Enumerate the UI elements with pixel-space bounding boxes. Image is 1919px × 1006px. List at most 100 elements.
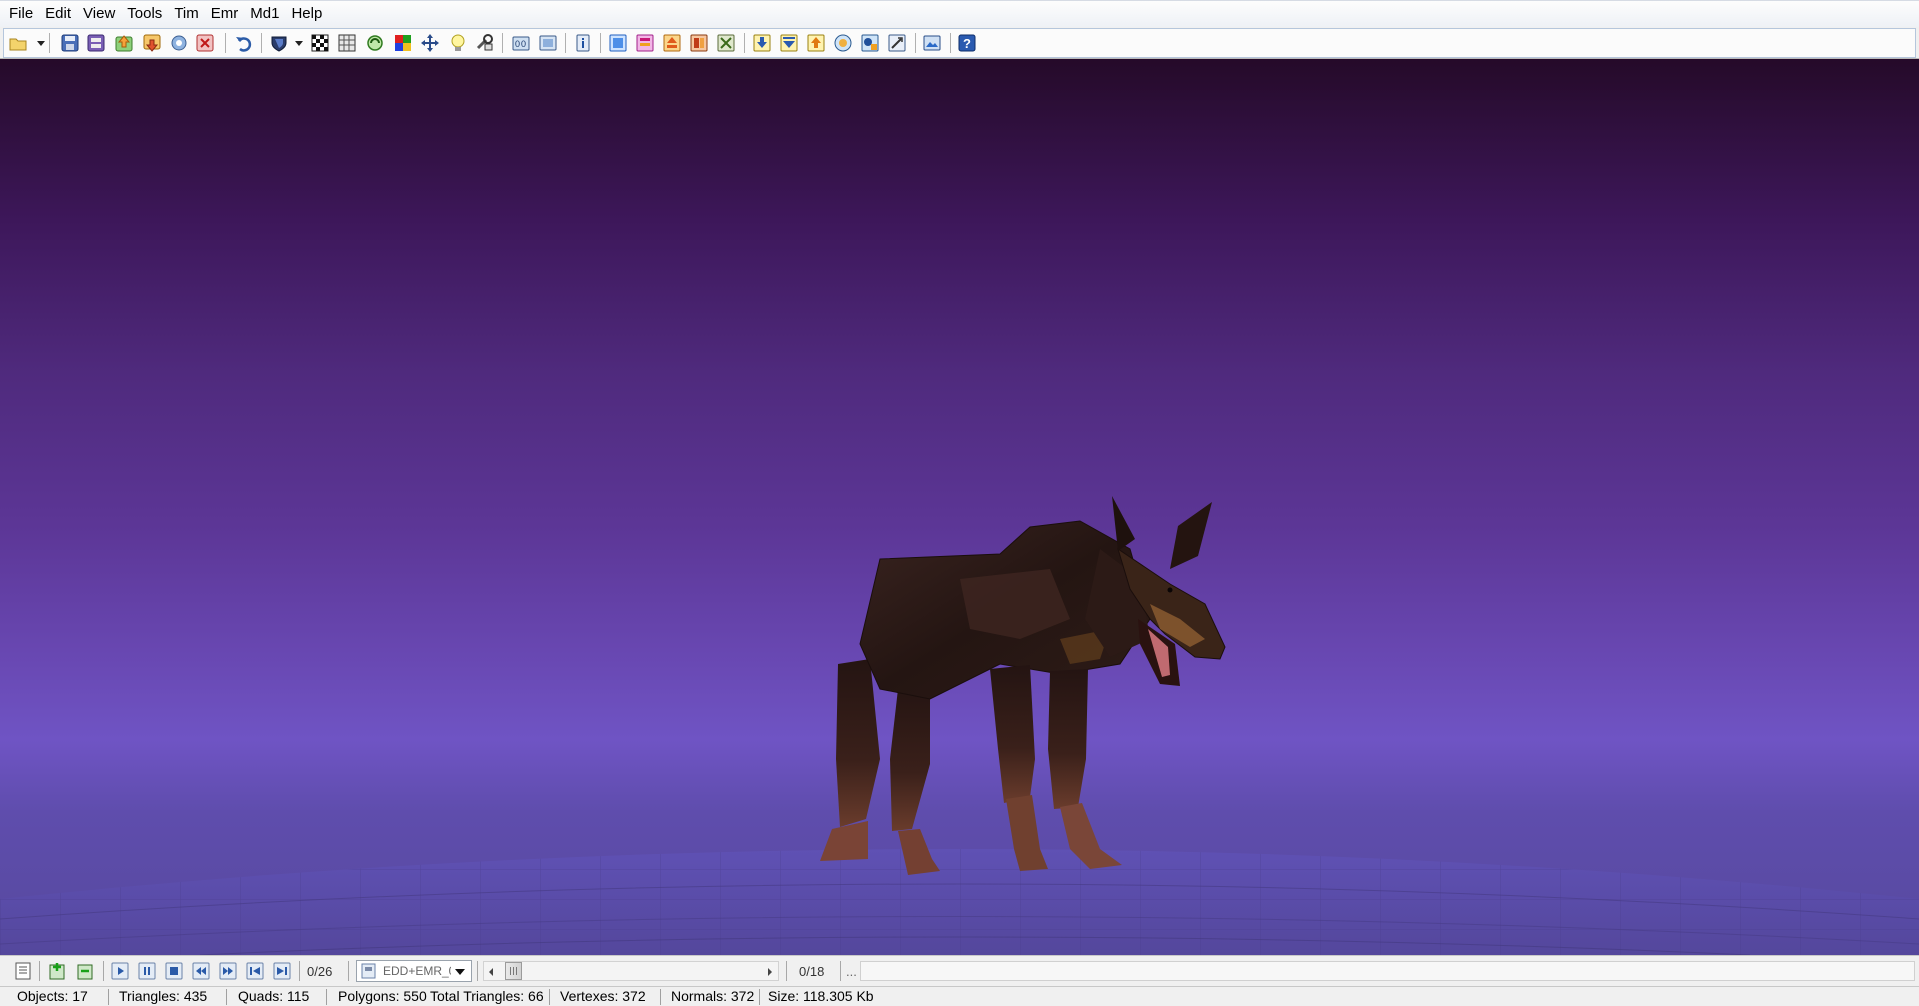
md1-open-icon[interactable] [752,33,772,53]
close-model-icon[interactable] [195,33,215,53]
more-button[interactable]: ... [846,964,857,979]
tim-icon[interactable] [608,33,628,53]
move-icon[interactable] [420,33,440,53]
status-vertexes: Vertexes: 372 [560,988,646,1004]
screenshot-icon[interactable] [922,33,942,53]
toolbar-strip: 00 ? [3,28,1916,58]
status-divider [108,989,109,1005]
scene-render [0,496,1919,955]
play-icon[interactable] [110,961,130,981]
animbar-separator [103,961,104,981]
frame-scroll-thumb[interactable] [505,962,522,980]
menu-tools[interactable]: Tools [121,2,168,26]
export-icon[interactable] [142,33,162,53]
md1-edit-icon[interactable] [887,33,907,53]
animbar-separator [348,961,349,981]
dog-model [820,496,1226,875]
chevron-down-icon [455,969,465,975]
last-frame-icon[interactable] [272,961,292,981]
menu-edit[interactable]: Edit [39,2,77,26]
svg-text:0: 0 [515,39,520,49]
md1-save-icon[interactable] [779,33,799,53]
save-all-icon[interactable] [86,33,106,53]
md1-tools-icon[interactable] [860,33,880,53]
menu-md1[interactable]: Md1 [244,2,285,26]
rotate-icon[interactable] [365,33,385,53]
shading-dropdown-arrow[interactable] [295,41,303,46]
remove-animation-icon[interactable] [75,961,95,981]
md1-import-icon[interactable] [833,33,853,53]
toolbar-separator [950,33,951,53]
status-objects: Objects: 17 [17,988,88,1004]
toolbar-separator [225,33,226,53]
undo-icon[interactable] [234,33,254,53]
toolbar-separator [502,33,503,53]
stop-icon[interactable] [164,961,184,981]
status-bar: Objects: 17 Triangles: 435 Quads: 115 Po… [0,987,1919,1006]
first-frame-icon[interactable] [245,961,265,981]
skeleton-icon[interactable] [716,33,736,53]
viewport-icon[interactable] [538,33,558,53]
open-folder-icon[interactable] [8,33,28,53]
scroll-left-arrow-icon[interactable] [489,968,493,976]
status-size: Size: 118.305 Kb [768,988,874,1004]
status-polygons: Polygons: 550 [338,988,427,1004]
checkerboard-icon[interactable] [310,33,330,53]
model-viewport[interactable] [0,59,1919,955]
help-icon[interactable]: ? [957,33,977,53]
animation-select-icon [361,963,377,983]
menu-file[interactable]: File [3,2,39,26]
status-divider [226,989,227,1005]
status-triangles: Triangles: 435 [119,988,208,1004]
info-icon[interactable] [573,33,593,53]
status-divider [660,989,661,1005]
toolbar-separator [744,33,745,53]
rewind-icon[interactable] [191,961,211,981]
camera-icon[interactable]: 00 [511,33,531,53]
animation-select[interactable]: EDD+EMR_0( [356,960,472,982]
settings-icon[interactable] [169,33,189,53]
save-icon[interactable] [60,33,80,53]
wrench-icon[interactable] [475,33,495,53]
animbar-separator [39,961,40,981]
scroll-right-arrow-icon[interactable] [768,968,772,976]
animbar-separator [299,961,300,981]
timeline-track[interactable] [860,961,1915,981]
animbar-separator [477,961,478,981]
status-divider [759,989,760,1005]
md1-export-icon[interactable] [806,33,826,53]
toolbar-separator [565,33,566,53]
menu-view[interactable]: View [77,2,121,26]
model-list-icon[interactable] [13,961,33,981]
toolbar-separator [915,33,916,53]
animbar-separator [840,961,841,981]
toolbar-separator [261,33,262,53]
import-icon[interactable] [114,33,134,53]
menu-emr[interactable]: Emr [205,2,245,26]
shading-icon[interactable] [269,33,289,53]
tim-export-icon[interactable] [662,33,682,53]
menu-bar: File Edit View Tools Tim Emr Md1 Help [0,0,1919,27]
animation-bar: 0/26 EDD+EMR_0( 0/18 ... [0,955,1919,987]
frame-counter-2: 0/18 [799,964,825,979]
open-dropdown-arrow[interactable] [37,41,45,46]
frame-counter: 0/26 [307,964,333,979]
emr-icon[interactable] [689,33,709,53]
menu-tim[interactable]: Tim [168,2,204,26]
tim-import-icon[interactable] [635,33,655,53]
texture-grid-icon[interactable] [337,33,357,53]
animation-select-value: EDD+EMR_0( [383,964,451,978]
status-quads: Quads: 115 [238,988,310,1004]
frame-scrollbar[interactable] [483,961,779,981]
add-animation-icon[interactable] [47,961,67,981]
color-palette-icon[interactable] [393,33,413,53]
status-normals: Normals: 372 [671,988,755,1004]
fast-forward-icon[interactable] [218,961,238,981]
pause-icon[interactable] [137,961,157,981]
toolbar-separator [49,33,50,53]
floor-grid [0,849,1919,955]
status-divider [549,989,550,1005]
light-bulb-icon[interactable] [448,33,468,53]
menu-help[interactable]: Help [285,2,328,26]
animbar-separator [786,961,787,981]
